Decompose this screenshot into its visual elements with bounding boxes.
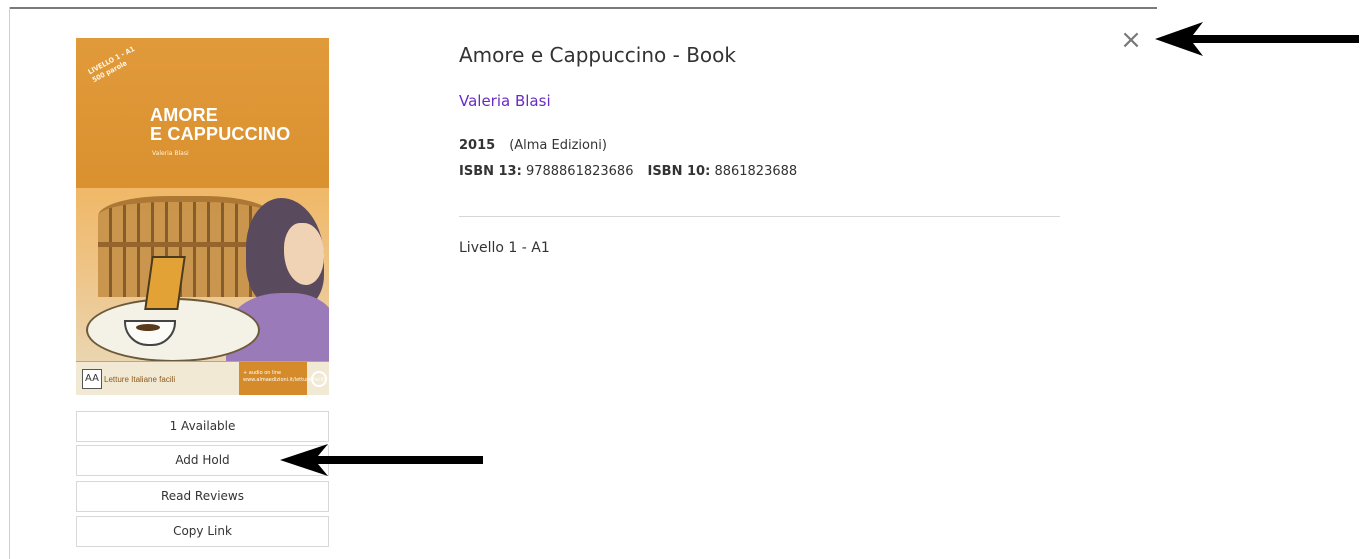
book-title: Amore e Cappuccino - Book <box>459 43 736 67</box>
publication-year: 2015 <box>459 138 496 153</box>
availability-button[interactable]: 1 Available <box>76 411 329 442</box>
publisher-name: (Alma Edizioni) <box>509 138 607 153</box>
modal-top-border <box>9 7 1157 9</box>
author-link[interactable]: Valeria Blasi <box>459 92 551 110</box>
details-divider <box>459 216 1060 217</box>
isbn13-value: 9788861823686 <box>525 164 634 179</box>
book-cover-image: LIVELLO 1 - A1 500 parole AMORE E CAPPUC… <box>76 38 329 395</box>
copy-link-button[interactable]: Copy Link <box>76 516 329 547</box>
isbn10-label: ISBN 10: <box>647 164 711 179</box>
cover-title: AMORE E CAPPUCCINO <box>150 106 290 144</box>
cover-author: Valeria Blasi <box>152 150 189 157</box>
arrow-head-hold <box>280 444 483 476</box>
isbn13-label: ISBN 13: <box>459 164 522 179</box>
headphones-icon <box>311 371 327 387</box>
isbn-info: ISBN 13: 9788861823686 ISBN 10: 886182368… <box>459 164 797 179</box>
book-description: Livello 1 - A1 <box>459 240 550 256</box>
cover-level-ribbon: LIVELLO 1 - A1 500 parole <box>86 44 137 85</box>
cover-series-name: Letture Italiane facili <box>104 375 176 384</box>
arrow-head-close <box>1155 22 1359 56</box>
cover-title-line-2: E CAPPUCCINO <box>150 124 291 144</box>
publisher-logo-icon: AA <box>82 369 102 389</box>
cover-footer: AA Letture Italiane facili + audio on li… <box>76 361 329 395</box>
cover-audio-note: + audio on line www.almaedizioni.it/lett… <box>239 362 325 395</box>
isbn10-value: 8861823688 <box>714 164 798 179</box>
annotation-arrow-close <box>1155 22 1359 56</box>
annotation-arrow-hold <box>280 444 483 476</box>
cover-illustration-woman-face <box>284 223 324 285</box>
modal-left-border <box>9 7 10 559</box>
close-icon[interactable]: × <box>1119 27 1143 53</box>
cover-title-line-1: AMORE <box>150 105 218 125</box>
publication-info: 2015 (Alma Edizioni) <box>459 138 607 153</box>
read-reviews-button[interactable]: Read Reviews <box>76 481 329 512</box>
